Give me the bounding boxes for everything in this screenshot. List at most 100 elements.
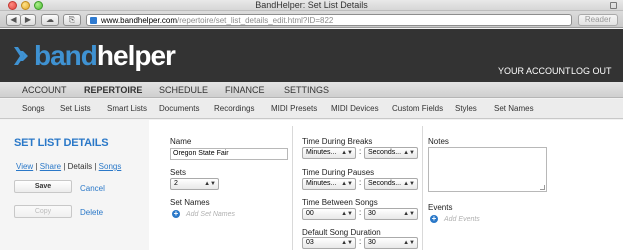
- breaks-minutes-value: Minutes...: [306, 149, 337, 156]
- main-nav-repertoire[interactable]: REPERTOIRE: [84, 82, 142, 98]
- bandhelper-logo[interactable]: band helper: [14, 40, 176, 71]
- sub-nav-set-lists[interactable]: Set Lists: [60, 99, 91, 119]
- time-colon: :: [359, 208, 362, 217]
- sub-nav-styles[interactable]: Styles: [455, 99, 477, 119]
- forward-button[interactable]: ▶: [21, 14, 36, 26]
- time-colon: :: [359, 147, 362, 156]
- url-host: www.bandhelper.com: [101, 16, 178, 25]
- duration-seconds-select[interactable]: 30 ▲▼: [364, 237, 418, 249]
- sub-nav-recordings[interactable]: Recordings: [214, 99, 254, 119]
- window-title: BandHelper: Set List Details: [255, 0, 368, 10]
- breaks-minutes-select[interactable]: Minutes... ▲▼: [302, 147, 356, 159]
- column-notes: Notes Events + Add Events: [423, 120, 623, 250]
- copy-button[interactable]: Copy: [14, 205, 72, 218]
- notes-textarea[interactable]: [428, 147, 547, 192]
- add-set-names-label: Add Set Names: [186, 210, 236, 218]
- delete-link[interactable]: Delete: [80, 208, 103, 217]
- page-title: SET LIST DETAILS: [14, 137, 109, 149]
- resize-grip-icon[interactable]: [540, 185, 545, 190]
- pauses-label: Time During Pauses: [302, 168, 375, 177]
- fullscreen-icon[interactable]: [610, 2, 617, 9]
- main-nav-schedule[interactable]: SCHEDULE: [159, 82, 208, 98]
- log-out-link[interactable]: LOG OUT: [571, 66, 612, 77]
- breaks-seconds-select[interactable]: Seconds... ▲▼: [364, 147, 418, 159]
- between-minutes-select[interactable]: 00 ▲▼: [302, 208, 356, 220]
- duration-minutes-select[interactable]: 03 ▲▼: [302, 237, 356, 249]
- select-arrows-icon: ▲▼: [341, 181, 353, 187]
- select-arrows-icon: ▲▼: [341, 240, 353, 246]
- share-icon[interactable]: ⎘: [63, 14, 81, 26]
- sets-value: 2: [174, 180, 178, 187]
- save-button[interactable]: Save: [14, 180, 72, 193]
- column-timing: Time During Breaks Minutes... ▲▼ : Secon…: [293, 120, 423, 250]
- pauses-seconds-select[interactable]: Seconds... ▲▼: [364, 178, 418, 190]
- select-arrows-icon: ▲▼: [403, 211, 415, 217]
- plus-icon: +: [172, 209, 180, 218]
- separator: |: [94, 162, 97, 171]
- separator: |: [63, 162, 66, 171]
- chevron-logo-icon: [14, 47, 28, 65]
- add-events-label: Add Events: [444, 215, 480, 223]
- sets-select[interactable]: 2 ▲▼: [170, 178, 219, 190]
- between-seconds-value: 30: [368, 210, 376, 217]
- details-current: Details: [67, 162, 93, 171]
- your-account-link[interactable]: YOUR ACCOUNT: [498, 66, 571, 77]
- sub-nav-set-names[interactable]: Set Names: [494, 99, 534, 119]
- icloud-tabs-icon[interactable]: ☁: [41, 14, 59, 26]
- select-arrows-icon: ▲▼: [403, 150, 415, 156]
- separator: |: [35, 162, 38, 171]
- logo-helper-text: helper: [96, 40, 176, 71]
- pauses-minutes-select[interactable]: Minutes... ▲▼: [302, 178, 356, 190]
- sub-nav-songs[interactable]: Songs: [22, 99, 45, 119]
- time-colon: :: [359, 237, 362, 246]
- main-nav-account[interactable]: ACCOUNT: [22, 82, 67, 98]
- sub-nav-midi-devices[interactable]: MIDI Devices: [331, 99, 379, 119]
- select-arrows-icon: ▲▼: [341, 211, 353, 217]
- main-nav-finance[interactable]: FINANCE: [225, 82, 265, 98]
- reader-button[interactable]: Reader: [578, 14, 618, 26]
- add-events-button[interactable]: + Add Events: [430, 215, 480, 223]
- site-header: band helper YOUR ACCOUNT LOG OUT: [0, 29, 623, 82]
- between-seconds-select[interactable]: 30 ▲▼: [364, 208, 418, 220]
- select-arrows-icon: ▲▼: [403, 181, 415, 187]
- between-songs-label: Time Between Songs: [302, 198, 378, 207]
- notes-label: Notes: [428, 137, 449, 146]
- view-links: View | Share | Details | Songs: [16, 162, 121, 171]
- sub-nav-custom-fields[interactable]: Custom Fields: [392, 99, 443, 119]
- sub-nav-documents[interactable]: Documents: [159, 99, 199, 119]
- sub-nav-smart-lists[interactable]: Smart Lists: [107, 99, 147, 119]
- browser-toolbar: ◀ ▶ ☁ ⎘ www.bandhelper.com/repertoire/se…: [0, 11, 623, 28]
- pauses-minutes-value: Minutes...: [306, 180, 337, 187]
- main-nav: ACCOUNT REPERTOIRE SCHEDULE FINANCE SETT…: [0, 82, 623, 98]
- browser-window: BandHelper: Set List Details ◀ ▶ ☁ ⎘ www…: [0, 0, 623, 250]
- add-set-names-button[interactable]: + Add Set Names: [172, 210, 235, 218]
- back-button[interactable]: ◀: [6, 14, 21, 26]
- column-name: Name Oregon State Fair Sets 2 ▲▼ Set Nam…: [149, 120, 292, 250]
- title-bar: BandHelper: Set List Details: [0, 0, 623, 11]
- set-names-label: Set Names: [170, 198, 210, 207]
- events-label: Events: [428, 203, 453, 212]
- select-arrows-icon: ▲▼: [403, 240, 415, 246]
- select-arrows-icon: ▲▼: [204, 181, 216, 187]
- song-duration-label: Default Song Duration: [302, 228, 381, 237]
- sub-nav: Songs Set Lists Smart Lists Documents Re…: [0, 99, 623, 119]
- select-arrows-icon: ▲▼: [341, 150, 353, 156]
- url-path: /repertoire/set_list_details_edit.html?I…: [177, 16, 334, 25]
- main-nav-settings[interactable]: SETTINGS: [284, 82, 329, 98]
- site-favicon-icon: [90, 17, 97, 24]
- time-colon: :: [359, 178, 362, 187]
- share-link[interactable]: Share: [40, 162, 61, 171]
- left-panel: SET LIST DETAILS View | Share | Details …: [0, 120, 149, 250]
- address-bar[interactable]: www.bandhelper.com/repertoire/set_list_d…: [86, 14, 572, 26]
- songs-link[interactable]: Songs: [99, 162, 122, 171]
- name-input[interactable]: Oregon State Fair: [170, 148, 288, 160]
- cancel-link[interactable]: Cancel: [80, 184, 105, 193]
- between-minutes-value: 00: [306, 210, 314, 217]
- logo-band-text: band: [34, 40, 98, 71]
- breaks-seconds-value: Seconds...: [368, 149, 402, 156]
- sub-nav-midi-presets[interactable]: MIDI Presets: [271, 99, 317, 119]
- details-form: Name Oregon State Fair Sets 2 ▲▼ Set Nam…: [149, 120, 623, 250]
- view-link[interactable]: View: [16, 162, 33, 171]
- sets-label: Sets: [170, 168, 187, 177]
- duration-minutes-value: 03: [306, 239, 314, 246]
